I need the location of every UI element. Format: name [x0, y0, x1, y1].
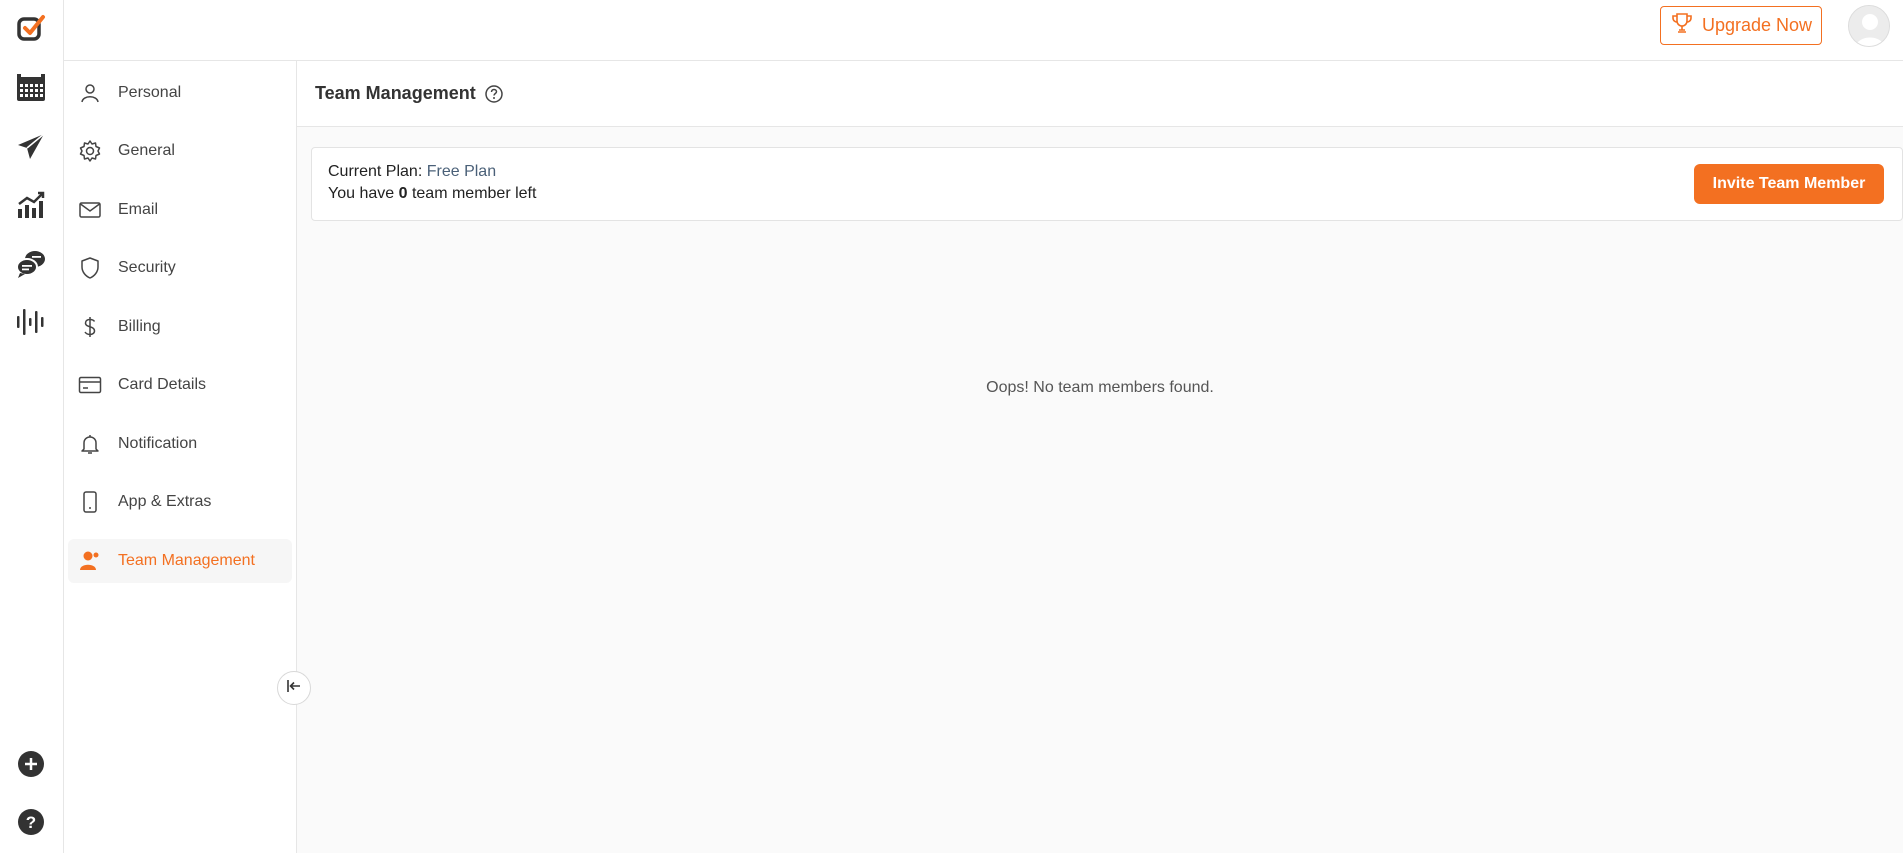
sidebar-item-label: Team Management	[118, 552, 255, 569]
sidebar-item-label: Notification	[118, 435, 198, 452]
sidebar-item-team-management[interactable]: Team Management	[68, 539, 292, 583]
bell-icon	[78, 432, 102, 456]
current-plan-label: Current Plan:	[328, 163, 423, 180]
user-icon	[78, 81, 102, 105]
paper-plane-icon[interactable]	[14, 130, 48, 164]
upgrade-now-label: Upgrade Now	[1701, 15, 1813, 35]
gear-icon	[78, 139, 102, 163]
members-left-count: 0	[398, 185, 408, 202]
team-user-icon	[78, 549, 102, 573]
sidebar-item-personal[interactable]: Personal	[68, 71, 292, 115]
sidebar-item-billing[interactable]: Billing	[68, 305, 292, 349]
logo-check-icon[interactable]	[14, 12, 48, 46]
sidebar-item-label: Security	[118, 259, 176, 276]
sidebar-item-card-details[interactable]: Card Details	[68, 363, 292, 407]
credit-card-icon	[78, 373, 102, 397]
members-left-suffix: team member left	[411, 185, 537, 202]
sidebar-item-general[interactable]: General	[68, 129, 292, 173]
sidebar-item-label: Card Details	[118, 376, 207, 393]
sidebar-item-label: Billing	[118, 318, 161, 335]
top-bar: Upgrade Now	[64, 0, 1903, 61]
sidebar-item-notification[interactable]: Notification	[68, 422, 292, 466]
sidebar-item-label: Email	[118, 201, 159, 218]
settings-sidebar: Personal General Email Security Billing …	[64, 61, 297, 853]
svg-text:?: ?	[26, 813, 36, 832]
dollar-icon	[78, 315, 102, 339]
sidebar-item-email[interactable]: Email	[68, 188, 292, 232]
main-content: Team Management Current Plan: Free Plan …	[297, 61, 1903, 853]
members-left-line: You have 0 team member left	[328, 185, 536, 203]
sidebar-item-app-extras[interactable]: App & Extras	[68, 480, 292, 524]
members-left-prefix: You have	[328, 185, 395, 202]
plus-circle-icon[interactable]	[14, 747, 48, 781]
question-circle-icon[interactable]	[484, 84, 504, 104]
upgrade-now-button[interactable]: Upgrade Now	[1660, 6, 1822, 45]
calendar-icon[interactable]	[14, 71, 48, 105]
page-title: Team Management	[315, 83, 476, 103]
envelope-icon	[78, 198, 102, 222]
empty-state-message: Oops! No team members found.	[986, 379, 1214, 396]
sidebar-item-label: App & Extras	[118, 493, 212, 510]
sidebar-item-label: General	[118, 142, 175, 159]
invite-team-member-button[interactable]: Invite Team Member	[1694, 164, 1884, 204]
collapse-arrow-icon	[285, 677, 303, 700]
current-plan-line: Current Plan: Free Plan	[328, 163, 496, 181]
mobile-icon	[78, 490, 102, 514]
sidebar-item-label: Personal	[118, 84, 182, 101]
audio-waveform-icon[interactable]	[14, 305, 48, 339]
app-rail: ?	[0, 0, 64, 853]
chat-bubbles-icon[interactable]	[14, 247, 48, 281]
analytics-icon[interactable]	[14, 188, 48, 222]
collapse-sidebar-button[interactable]	[277, 671, 311, 705]
sidebar-item-security[interactable]: Security	[68, 246, 292, 290]
current-plan-value: Free Plan	[426, 163, 497, 180]
page-header: Team Management	[297, 61, 1903, 127]
shield-icon	[78, 256, 102, 280]
help-circle-icon[interactable]: ?	[14, 805, 48, 839]
plan-card: Current Plan: Free Plan You have 0 team …	[311, 147, 1903, 221]
trophy-icon	[1670, 11, 1694, 40]
avatar[interactable]	[1848, 5, 1890, 47]
